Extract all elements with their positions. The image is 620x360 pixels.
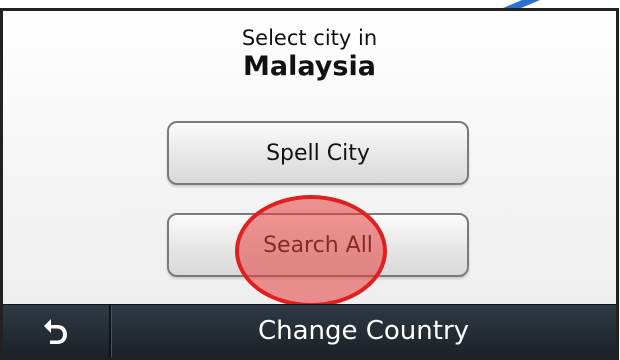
title-line-1: Select city in xyxy=(241,26,378,50)
spell-city-label: Spell City xyxy=(266,140,370,166)
spell-city-button[interactable]: Spell City xyxy=(167,121,469,185)
page-title: Select city in Malaysia xyxy=(3,25,616,83)
search-all-label: Search All xyxy=(263,232,373,258)
title-country: Malaysia xyxy=(243,51,376,82)
change-country-button[interactable]: Change Country xyxy=(111,305,616,357)
back-button[interactable] xyxy=(3,305,111,357)
search-all-button[interactable]: Search All xyxy=(167,213,469,277)
back-arrow-icon xyxy=(44,319,67,344)
bottom-bar: Change Country xyxy=(3,304,616,357)
gps-screen: Select city in Malaysia Spell City Searc… xyxy=(0,8,619,360)
